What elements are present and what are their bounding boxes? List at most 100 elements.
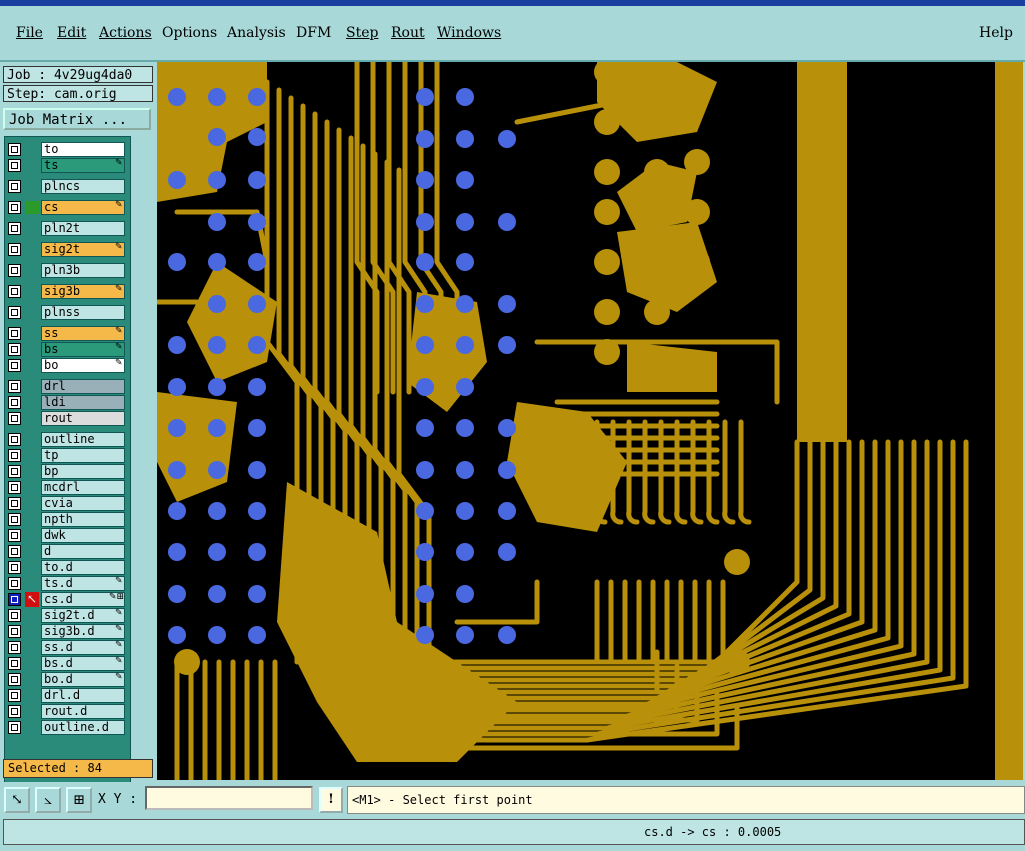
layer-checkbox[interactable]	[8, 529, 21, 542]
layer-name[interactable]: bs.d	[41, 656, 125, 671]
layer-row[interactable]: ts ✎	[5, 158, 130, 173]
layer-name[interactable]: rout	[41, 411, 125, 426]
layer-row[interactable]: to	[5, 142, 130, 157]
layer-row[interactable]: bo ✎	[5, 358, 130, 373]
layer-name[interactable]: rout.d	[41, 704, 125, 719]
layer-row[interactable]: bs.d ✎	[5, 656, 130, 671]
layer-name[interactable]: bo.d	[41, 672, 125, 687]
layer-name[interactable]: drl.d	[41, 688, 125, 703]
layer-row[interactable]: ts.d ✎	[5, 576, 130, 591]
layer-checkbox[interactable]	[8, 327, 21, 340]
layer-checkbox[interactable]	[8, 609, 21, 622]
layer-name[interactable]: sig3b	[41, 284, 125, 299]
xy-input[interactable]	[145, 786, 313, 810]
menu-step[interactable]: Step	[346, 25, 378, 41]
job-matrix-button[interactable]: Job Matrix ...	[3, 108, 151, 130]
layer-row[interactable]: drl.d	[5, 688, 130, 703]
layer-name[interactable]: plnss	[41, 305, 125, 320]
layer-name[interactable]: bo	[41, 358, 125, 373]
menu-analysis[interactable]: Analysis	[227, 25, 286, 41]
layer-name[interactable]: ldi	[41, 395, 125, 410]
layer-checkbox[interactable]	[8, 343, 21, 356]
layer-name[interactable]: outline.d	[41, 720, 125, 735]
layer-row[interactable]: rout.d	[5, 704, 130, 719]
layer-row[interactable]: tp	[5, 448, 130, 463]
layer-name[interactable]: pln2t	[41, 221, 125, 236]
layer-row[interactable]: plnss	[5, 305, 130, 320]
layer-checkbox[interactable]	[8, 673, 21, 686]
layer-row[interactable]: cvia	[5, 496, 130, 511]
layer-checkbox[interactable]	[8, 593, 21, 606]
layer-checkbox[interactable]	[8, 201, 21, 214]
layer-row[interactable]: sig3b ✎	[5, 284, 130, 299]
layer-name[interactable]: bs	[41, 342, 125, 357]
layer-checkbox[interactable]	[8, 222, 21, 235]
layer-name[interactable]: tp	[41, 448, 125, 463]
menu-edit[interactable]: Edit	[57, 25, 86, 41]
menu-rout[interactable]: Rout	[391, 25, 425, 41]
alert-button[interactable]: !	[319, 787, 343, 813]
layer-row[interactable]: bp	[5, 464, 130, 479]
layer-checkbox[interactable]	[8, 561, 21, 574]
layer-row[interactable]: sig3b.d ✎	[5, 624, 130, 639]
layer-checkbox[interactable]	[8, 243, 21, 256]
layer-name[interactable]: drl	[41, 379, 125, 394]
menu-help[interactable]: Help	[979, 25, 1013, 41]
layer-row[interactable]: pln3b	[5, 263, 130, 278]
layer-name[interactable]: npth	[41, 512, 125, 527]
layer-name[interactable]: pln3b	[41, 263, 125, 278]
layer-checkbox[interactable]	[8, 497, 21, 510]
layer-row[interactable]: ss ✎	[5, 326, 130, 341]
layer-checkbox[interactable]	[8, 159, 21, 172]
layer-checkbox[interactable]	[8, 359, 21, 372]
layer-checkbox[interactable]	[8, 285, 21, 298]
layer-checkbox[interactable]	[8, 180, 21, 193]
layer-checkbox[interactable]	[8, 689, 21, 702]
layer-name[interactable]: sig2t	[41, 242, 125, 257]
layer-row[interactable]: mcdrl	[5, 480, 130, 495]
layer-row[interactable]: outline.d	[5, 720, 130, 735]
layer-row[interactable]: to.d	[5, 560, 130, 575]
layer-checkbox[interactable]	[8, 641, 21, 654]
layer-name[interactable]: to	[41, 142, 125, 157]
layer-row[interactable]: rout	[5, 411, 130, 426]
layer-checkbox[interactable]	[8, 513, 21, 526]
layer-checkbox[interactable]	[8, 721, 21, 734]
layer-name[interactable]: d	[41, 544, 125, 559]
layer-checkbox[interactable]	[8, 657, 21, 670]
layer-row[interactable]: plncs	[5, 179, 130, 194]
layer-checkbox[interactable]	[8, 625, 21, 638]
layer-row[interactable]: ldi	[5, 395, 130, 410]
layer-name[interactable]: sig3b.d	[41, 624, 125, 639]
layer-name[interactable]: dwk	[41, 528, 125, 543]
menu-file[interactable]: File	[16, 25, 43, 41]
layer-name[interactable]: to.d	[41, 560, 125, 575]
layer-row[interactable]: bo.d ✎	[5, 672, 130, 687]
menu-windows[interactable]: Windows	[437, 25, 501, 41]
zoom-fit-icon[interactable]: ⤡	[4, 787, 30, 813]
layer-row[interactable]: pln2t	[5, 221, 130, 236]
layer-row[interactable]: cs ✎	[5, 200, 130, 215]
layer-checkbox[interactable]	[8, 449, 21, 462]
layer-row[interactable]: sig2t ✎	[5, 242, 130, 257]
layer-checkbox[interactable]	[8, 380, 21, 393]
layer-checkbox[interactable]	[8, 412, 21, 425]
layer-row[interactable]: dwk	[5, 528, 130, 543]
measure-icon[interactable]: ⦣	[35, 787, 61, 813]
layer-row[interactable]: drl	[5, 379, 130, 394]
menu-dfm[interactable]: DFM	[296, 25, 331, 41]
layer-name[interactable]: ss.d	[41, 640, 125, 655]
layer-name[interactable]: ss	[41, 326, 125, 341]
layer-name[interactable]: cvia	[41, 496, 125, 511]
layer-name[interactable]: cs	[41, 200, 125, 215]
layer-row[interactable]: npth	[5, 512, 130, 527]
layer-checkbox[interactable]	[8, 545, 21, 558]
layer-name[interactable]: bp	[41, 464, 125, 479]
layer-row[interactable]: d	[5, 544, 130, 559]
layer-checkbox[interactable]	[8, 465, 21, 478]
menu-options[interactable]: Options	[162, 25, 217, 41]
layer-row[interactable]: ↖ cs.d ✎⊞	[5, 592, 130, 607]
layer-name[interactable]: ts.d	[41, 576, 125, 591]
layer-checkbox[interactable]	[8, 143, 21, 156]
layer-checkbox[interactable]	[8, 396, 21, 409]
